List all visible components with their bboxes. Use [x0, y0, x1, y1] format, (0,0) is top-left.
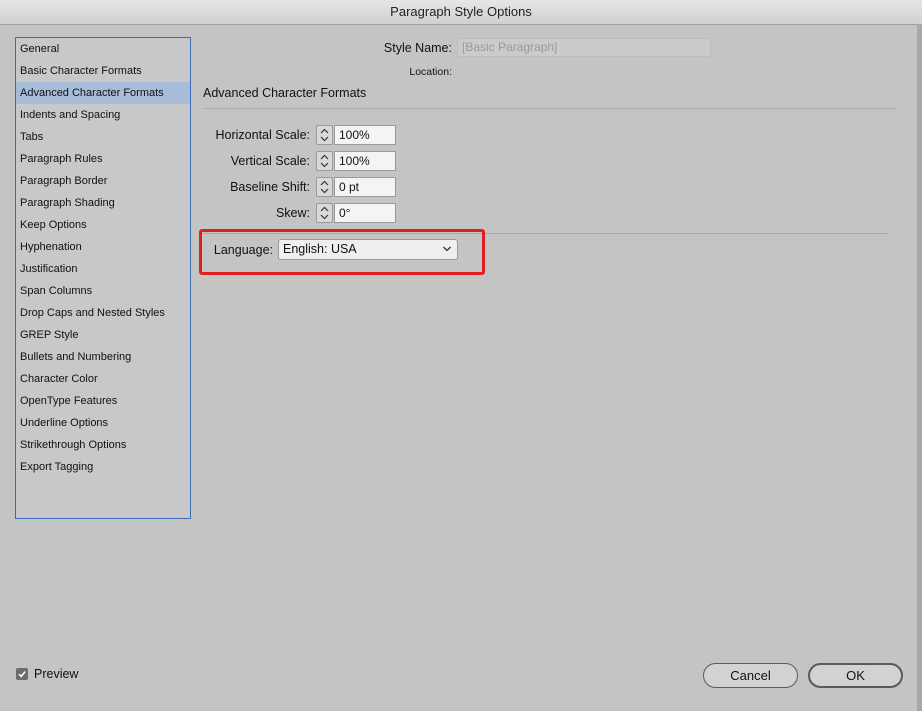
sidebar-item-basic-character-formats[interactable]: Basic Character Formats [16, 60, 190, 82]
window-edge [917, 24, 922, 711]
skew-input[interactable]: 0° [334, 203, 396, 223]
baseline-shift-input[interactable]: 0 pt [334, 177, 396, 197]
baseline-shift-stepper[interactable] [316, 177, 333, 197]
preview-toggle[interactable]: Preview [16, 666, 78, 682]
sidebar-item-strikethrough-options[interactable]: Strikethrough Options [16, 434, 190, 456]
style-name-label: Style Name: [383, 41, 452, 55]
sidebar-item-paragraph-shading[interactable]: Paragraph Shading [16, 192, 190, 214]
sidebar-item-justification[interactable]: Justification [16, 258, 190, 280]
vertical-scale-stepper[interactable] [316, 151, 333, 171]
sidebar-item-paragraph-rules[interactable]: Paragraph Rules [16, 148, 190, 170]
horizontal-scale-input[interactable]: 100% [334, 125, 396, 145]
sidebar-item-hyphenation[interactable]: Hyphenation [16, 236, 190, 258]
sidebar-item-export-tagging[interactable]: Export Tagging [16, 456, 190, 478]
checkmark-icon [18, 671, 26, 678]
skew-label: Skew: [275, 206, 310, 220]
vertical-scale-label: Vertical Scale: [230, 154, 310, 168]
section-title: Advanced Character Formats [203, 86, 367, 100]
vertical-scale-input[interactable]: 100% [334, 151, 396, 171]
preview-label: Preview [34, 667, 79, 681]
sidebar-item-grep-style[interactable]: GREP Style [16, 324, 190, 346]
sidebar-item-drop-caps-and-nested-styles[interactable]: Drop Caps and Nested Styles [16, 302, 190, 324]
horizontal-scale-stepper[interactable] [316, 125, 333, 145]
up-down-arrows-icon [320, 154, 329, 168]
language-highlight [199, 229, 485, 275]
sidebar-item-tabs[interactable]: Tabs [16, 126, 190, 148]
sidebar-item-opentype-features[interactable]: OpenType Features [16, 390, 190, 412]
sidebar-item-paragraph-border[interactable]: Paragraph Border [16, 170, 190, 192]
baseline-shift-label: Baseline Shift: [230, 180, 310, 194]
skew-stepper[interactable] [316, 203, 333, 223]
cancel-button[interactable]: Cancel [703, 663, 798, 688]
category-list[interactable]: General Basic Character Formats Advanced C… [15, 37, 191, 519]
window-title: Paragraph Style Options [0, 0, 922, 25]
horizontal-scale-label: Horizontal Scale: [215, 128, 311, 142]
sidebar-item-span-columns[interactable]: Span Columns [16, 280, 190, 302]
sidebar-item-advanced-character-formats[interactable]: Advanced Character Formats [16, 82, 190, 104]
preview-checkbox[interactable] [16, 668, 28, 680]
sidebar-item-indents-and-spacing[interactable]: Indents and Spacing [16, 104, 190, 126]
sidebar-item-underline-options[interactable]: Underline Options [16, 412, 190, 434]
paragraph-style-options-dialog: Paragraph Style Options General Basic Cha… [0, 0, 922, 711]
sidebar-item-character-color[interactable]: Character Color [16, 368, 190, 390]
ok-button[interactable]: OK [808, 663, 903, 688]
style-name-field[interactable]: [Basic Paragraph] [457, 38, 711, 57]
section-divider [203, 108, 897, 109]
location-label: Location: [409, 66, 452, 78]
up-down-arrows-icon [320, 128, 329, 142]
sidebar-item-bullets-and-numbering[interactable]: Bullets and Numbering [16, 346, 190, 368]
up-down-arrows-icon [320, 180, 329, 194]
sidebar-item-keep-options[interactable]: Keep Options [16, 214, 190, 236]
up-down-arrows-icon [320, 206, 329, 220]
sidebar-item-general[interactable]: General [16, 38, 190, 60]
